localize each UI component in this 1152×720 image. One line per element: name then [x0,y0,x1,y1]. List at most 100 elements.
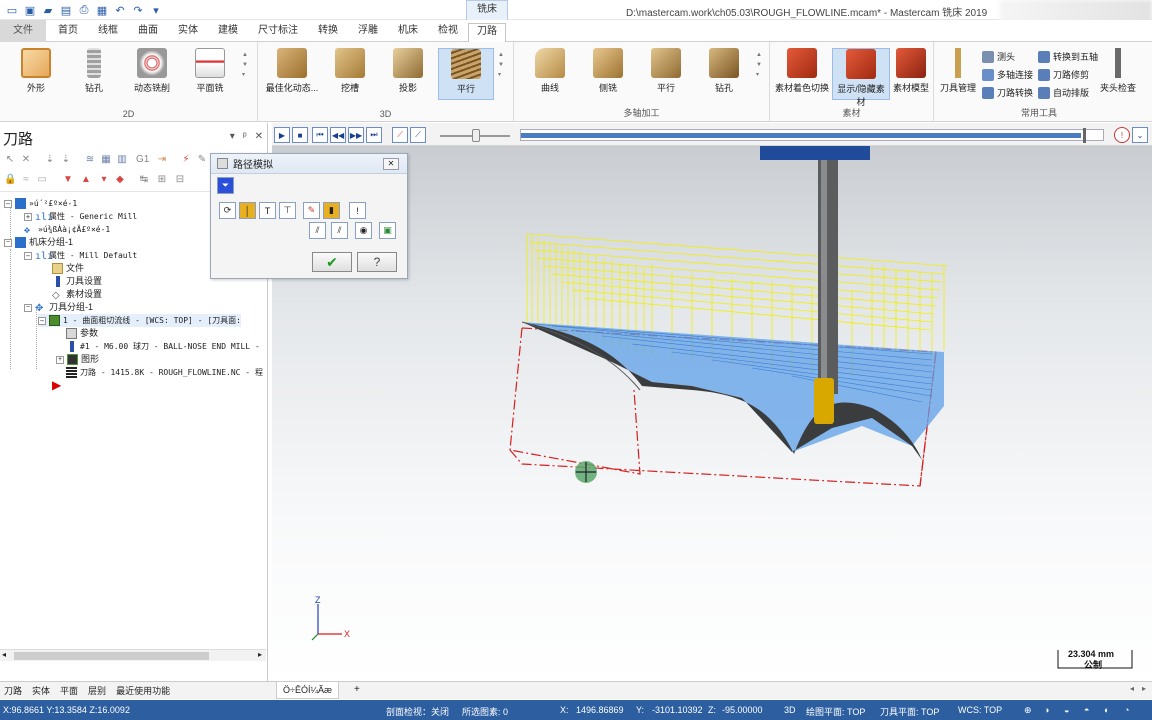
wireframe-icon[interactable]: ◒ [1064,705,1069,715]
quick-verify-button[interactable]: ⫽ [309,222,326,239]
panel-pin-icon[interactable]: ᵖ [243,131,247,142]
tab-toolpaths-manager[interactable]: 刀路 [4,684,22,697]
path-transform-button[interactable]: 刀路转换 [982,86,1033,99]
save-geometry-button[interactable]: ▣ [379,222,396,239]
dimension-mode[interactable]: 3D [784,705,796,715]
select-all-icon[interactable]: ↖ [4,154,16,166]
tree-item-stock-setup[interactable]: ◇ 素材设置 [52,288,102,301]
tool-plane-status[interactable]: 刀具平面: TOP [880,705,939,718]
shading-icon[interactable]: ◑ [1044,705,1049,715]
step-list-button[interactable]: ⫽ [331,222,348,239]
tab-file[interactable]: 文件 [0,20,46,42]
lock-icon[interactable]: 🔒 [4,174,16,186]
step-forward-button[interactable]: ▶▶ [348,127,364,143]
add-viewsheet-icon[interactable]: + [354,684,360,695]
construction-plane-status[interactable]: 绘图平面: TOP [806,705,865,718]
dialog-close-button[interactable]: ✕ [383,158,399,170]
tab-toolpaths[interactable]: 刀路 [468,23,506,43]
stock-model-button[interactable]: 素材模型 [890,48,932,94]
tree-item-operation-1[interactable]: − 1 - 曲面粗切流线 - [WCS: TOP] - [刀具面: [38,314,241,327]
regenerate-dirty-icon[interactable]: ⇣ [60,154,72,166]
gallery-scroll-2d[interactable]: ▲ ▼ ▾ [242,50,250,80]
tab-scroll-left-icon[interactable]: ◂ [1130,684,1134,693]
tree-item-files[interactable]: 文件 [52,262,84,275]
info-button[interactable]: ! [349,202,366,219]
tree-item-toolpath-nc[interactable]: 刀路 - 1415.8K - ROUGH_FLOWLINE.NC - 程 [66,366,263,379]
tab-levels-manager[interactable]: 层别 [88,684,106,697]
ok-button[interactable]: ✔ [312,252,352,272]
scroll-to-insert-icon[interactable]: ↹ [138,174,150,186]
tab-surfaces[interactable]: 曲面 [132,23,164,41]
collapse-toggle[interactable]: − [38,316,46,325]
nesting-button[interactable]: 自动排版 [1038,86,1089,99]
collapse-toggle[interactable]: − [24,251,32,260]
optirough-button[interactable]: 最佳化动态... [264,48,320,94]
undo-icon[interactable]: ↶ [112,2,128,18]
open-icon[interactable]: ▰ [40,2,56,18]
move-down-icon[interactable]: ▼ [62,174,74,186]
holder-check-button[interactable]: 夹头检查 [1098,48,1138,94]
collapse-toggle[interactable]: − [4,199,12,208]
backplot-icon[interactable]: ≋ [84,154,96,166]
select-invalid-icon[interactable]: ✕ [20,154,32,166]
multi-link-button[interactable]: 多轴连接 [982,68,1033,81]
stop-condition-button[interactable]: ! [1114,127,1130,143]
swarf-button[interactable]: 侧铣 [580,48,636,94]
parallel-3d-button[interactable]: 平行 [438,48,494,100]
print-icon[interactable]: ⎙ [76,2,92,18]
parallel-5ax-button[interactable]: 平行 [638,48,694,94]
tree-item-geometry[interactable]: + 图形 [56,353,99,366]
print-preview-icon[interactable]: ▦ [94,2,110,18]
delete-all-icon[interactable]: ✎ [196,154,208,166]
show-rapid-button[interactable]: ⊤ [279,202,296,219]
face-mill-button[interactable]: 平面铣 [182,48,238,94]
tab-view[interactable]: 检视 [432,23,464,41]
collapse-toggle[interactable]: − [4,238,12,247]
tree-item-parameters[interactable]: 参数 [66,327,98,340]
gallery-scroll-3d[interactable]: ▲ ▼ ▾ [498,50,506,80]
show-tool-button[interactable]: │ [239,202,256,219]
panel-dropdown-icon[interactable]: ▾ [230,131,235,142]
tree-item-toolpath-group-1[interactable]: − ✥ 刀具分组-1 [24,301,93,314]
redo-icon[interactable]: ↷ [130,2,146,18]
tree-item-tool-settings[interactable]: 刀具设置 [52,275,102,288]
tree-item-tool-1[interactable]: #1 - M6.00 球刀 - BALL-NOSE END MILL - [66,340,260,353]
collapse-dialog-button[interactable]: ⏷ [217,177,234,194]
scroll-thumb[interactable] [14,652,209,660]
show-entity-button[interactable]: ✎ [303,202,320,219]
show-holder-button[interactable]: T [259,202,276,219]
simulate-icon[interactable]: ▥ [116,154,128,166]
gallery-scroll-multiaxis[interactable]: ▲ ▼ ▾ [756,50,764,80]
tool-manager-button[interactable]: 刀具管理 [936,48,980,94]
regenerate-selected-icon[interactable]: ⇣ [44,154,56,166]
tab-transform[interactable]: 转换 [312,23,344,41]
wcs-status[interactable]: WCS: TOP [958,705,1002,715]
tab-machine[interactable]: 机床 [392,23,424,41]
scroll-right-arrow[interactable]: ▸ [258,650,262,659]
pocket-3d-button[interactable]: 挖槽 [322,48,378,94]
highspeed-icon[interactable]: ⚡ [180,154,192,166]
tab-solids-manager[interactable]: 实体 [32,684,50,697]
toggle-post-icon[interactable]: ▭ [36,174,48,186]
screenshot-button[interactable]: ◉ [355,222,372,239]
display-tool-button[interactable]: ⟋ [410,127,426,143]
post-g1-icon[interactable]: G1 [136,154,149,166]
tree-item-machine-group-1[interactable]: − 机床分组-1 [4,236,73,249]
insert-arrow-up-icon[interactable]: ◆ [114,174,126,186]
panel-close-icon[interactable]: ✕ [255,131,263,142]
tree-horizontal-scrollbar[interactable]: ◂ ▸ [0,649,266,661]
viewsheet-tab-main[interactable]: Ö÷ÊÓÍ¼Ãæ [276,682,339,699]
tree-item-machine-group-root[interactable]: − »ú´²£º×é-1 [4,197,77,210]
go-end-button[interactable]: ⏭ [366,127,382,143]
save-as-icon[interactable]: ▤ [58,2,74,18]
dynamic-mill-button[interactable]: 动态铣削 [124,48,180,94]
expand-icon[interactable]: ⊞ [156,174,168,186]
globe-icon[interactable]: ⊕ [1024,705,1032,716]
convert-to-5ax-button[interactable]: 转换到五轴 [1038,50,1098,63]
show-hide-stock-button[interactable]: 显示/隐藏素材 [832,48,890,107]
tab-dimensions[interactable]: 尺寸标注 [254,23,302,41]
new-file-icon[interactable]: ▭ [4,2,20,18]
tree-item-properties-mill-default[interactable]: − ılı 属性 - Mill Default [24,249,137,262]
post-selected-icon[interactable]: ⇥ [156,154,168,166]
show-endpoints-button[interactable]: ▮ [323,202,340,219]
